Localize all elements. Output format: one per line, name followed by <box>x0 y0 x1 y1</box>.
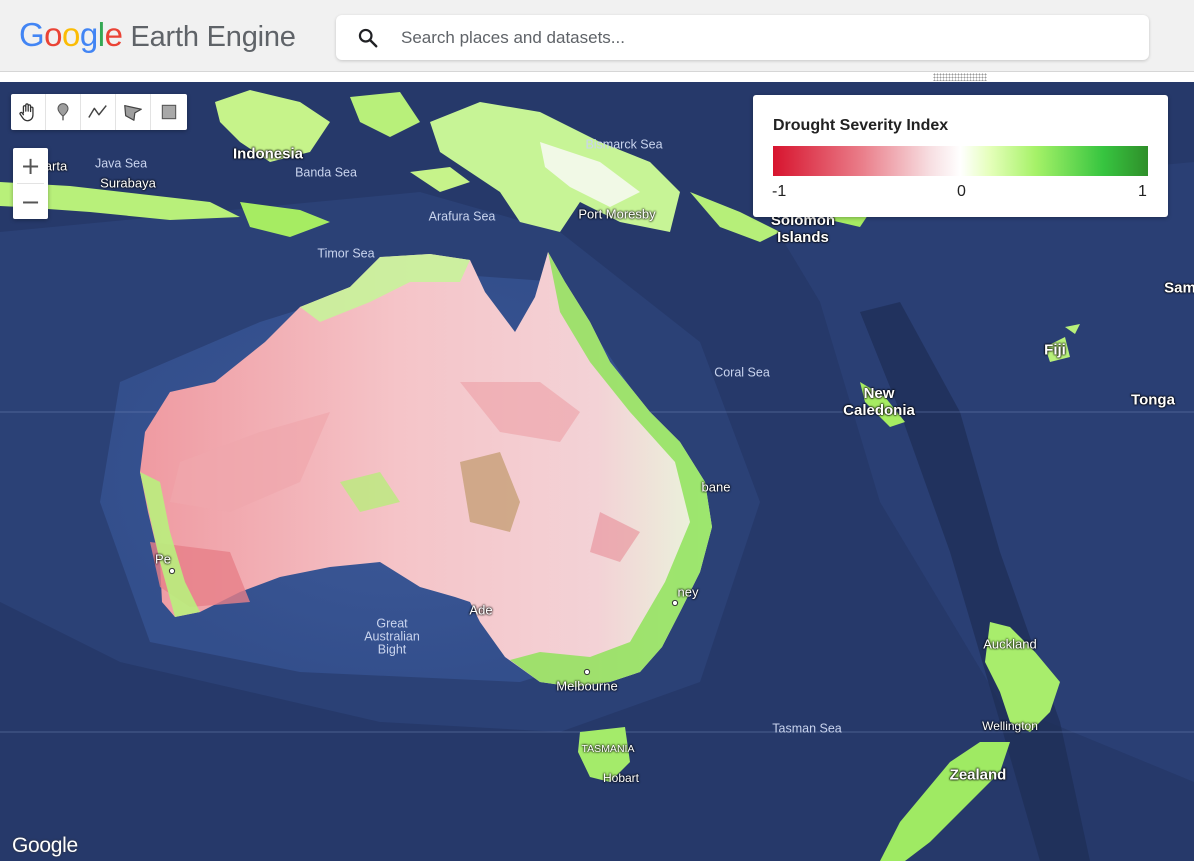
app-header: Google Earth Engine <box>0 0 1194 72</box>
legend-min-label: -1 <box>772 183 787 200</box>
map-legend: Drought Severity Index -1 0 1 <box>753 95 1168 217</box>
zoom-control: + − <box>13 148 48 219</box>
zoom-out-button[interactable]: − <box>13 184 48 219</box>
logo-letter: G <box>19 16 45 53</box>
logo-letter: o <box>62 16 80 53</box>
search-icon[interactable] <box>357 27 379 49</box>
legend-max-label: 1 <box>1138 183 1147 200</box>
rectangle-tool-button[interactable] <box>151 94 186 130</box>
marker-tool-button[interactable] <box>46 94 81 130</box>
product-name: Earth Engine <box>130 21 296 53</box>
google-earth-engine-logo[interactable]: Google Earth Engine <box>19 16 296 56</box>
drawing-toolbar <box>11 94 187 130</box>
search-input[interactable] <box>401 17 1149 58</box>
panel-resize-handle[interactable] <box>933 73 987 81</box>
logo-letter: g <box>79 16 98 53</box>
legend-color-ramp <box>773 146 1148 176</box>
pan-hand-icon <box>19 103 34 122</box>
polygon-tool-button[interactable] <box>116 94 151 130</box>
line-tool-button[interactable] <box>81 94 116 130</box>
search-bar[interactable] <box>336 15 1149 60</box>
logo-letter: l <box>97 16 105 53</box>
marker-icon <box>57 103 69 121</box>
google-attribution: Google <box>12 834 78 857</box>
google-wordmark: Google <box>19 16 123 54</box>
logo-letter: e <box>104 16 123 53</box>
polygon-icon <box>124 104 142 121</box>
pan-tool-button[interactable] <box>11 94 46 130</box>
rectangle-icon <box>161 104 176 120</box>
zoom-in-button[interactable]: + <box>13 148 48 183</box>
logo-letter: o <box>44 16 63 53</box>
legend-title: Drought Severity Index <box>773 117 949 134</box>
legend-mid-label: 0 <box>957 183 966 200</box>
line-icon <box>88 105 107 118</box>
